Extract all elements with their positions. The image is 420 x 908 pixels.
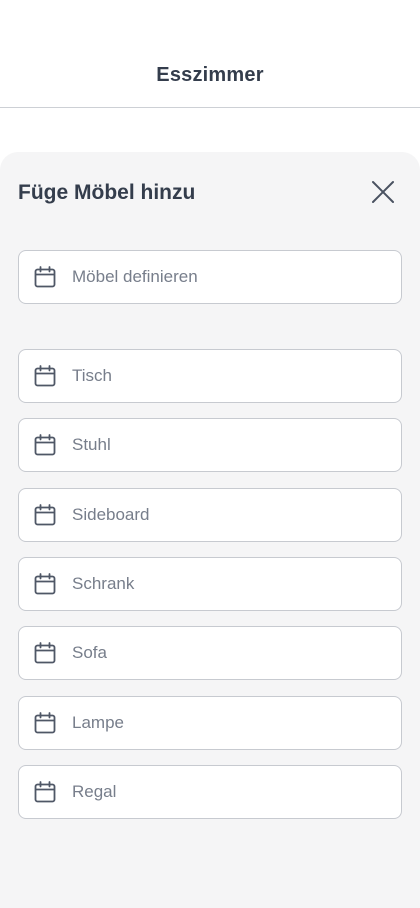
furniture-option-schrank[interactable]: Schrank xyxy=(18,557,402,611)
calendar-icon xyxy=(34,712,56,734)
furniture-option-label: Sideboard xyxy=(72,505,150,524)
define-furniture-field[interactable]: Möbel definieren xyxy=(18,250,402,304)
furniture-option-label: Sofa xyxy=(72,643,107,662)
top-bar: Esszimmer xyxy=(0,0,420,108)
close-icon xyxy=(372,181,394,203)
calendar-icon xyxy=(34,781,56,803)
furniture-option-stuhl[interactable]: Stuhl xyxy=(18,418,402,472)
furniture-option-label: Stuhl xyxy=(72,435,111,454)
close-button[interactable] xyxy=(370,179,396,205)
calendar-icon xyxy=(34,642,56,664)
define-furniture-label: Möbel definieren xyxy=(72,267,198,286)
furniture-option-label: Lampe xyxy=(72,713,124,732)
furniture-option-label: Schrank xyxy=(72,574,135,593)
furniture-option-label: Regal xyxy=(72,782,117,801)
calendar-icon xyxy=(34,365,56,387)
furniture-option-regal[interactable]: Regal xyxy=(18,765,402,819)
calendar-icon xyxy=(34,434,56,456)
calendar-icon xyxy=(34,573,56,595)
furniture-option-label: Tisch xyxy=(72,366,112,385)
furniture-option-sofa[interactable]: Sofa xyxy=(18,626,402,680)
bottom-sheet: Füge Möbel hinzu Möbel definieren Tisch … xyxy=(0,152,420,908)
furniture-option-sideboard[interactable]: Sideboard xyxy=(18,488,402,542)
calendar-icon xyxy=(34,266,56,288)
calendar-icon xyxy=(34,504,56,526)
sheet-title: Füge Möbel hinzu xyxy=(18,181,196,204)
furniture-option-tisch[interactable]: Tisch xyxy=(18,349,402,403)
furniture-option-lampe[interactable]: Lampe xyxy=(18,696,402,750)
screen: Esszimmer Füge Möbel hinzu Möbel definie… xyxy=(0,0,420,908)
page-title: Esszimmer xyxy=(156,64,264,86)
